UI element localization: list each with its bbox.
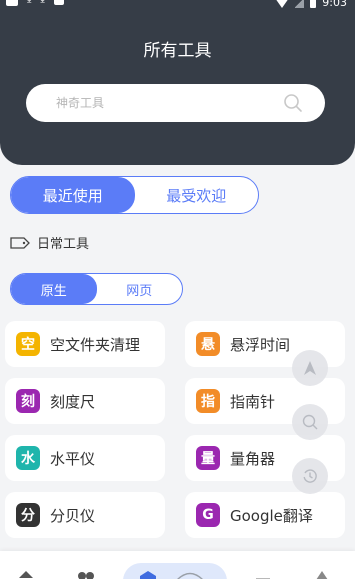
tool-card-empty-folder[interactable]: 空 空文件夹清理 — [5, 321, 165, 367]
home-icon[interactable] — [19, 571, 33, 579]
search-icon — [302, 414, 318, 430]
subtab-native[interactable]: 原生 — [11, 274, 97, 304]
app-notification-icon — [53, 0, 64, 5]
page-title: 所有工具 — [143, 41, 212, 61]
users-icon[interactable] — [76, 571, 96, 579]
tool-label: 空文件夹清理 — [50, 335, 141, 354]
arrow-up-icon — [304, 361, 316, 375]
tool-label: 悬浮时间 — [230, 335, 291, 354]
profile-icon[interactable] — [316, 571, 328, 579]
tool-label: Google翻译 — [230, 506, 313, 525]
notification-icon — [6, 0, 18, 6]
tool-label: 分贝仪 — [50, 506, 96, 525]
history-fab[interactable] — [292, 458, 328, 494]
tool-badge: G — [196, 503, 220, 527]
wifi-icon — [275, 0, 290, 8]
tool-badge: 空 — [16, 332, 40, 356]
tool-card-level[interactable]: 水 水平仪 — [5, 435, 165, 481]
tool-label: 刻度尺 — [50, 392, 96, 411]
scroll-top-button[interactable] — [292, 350, 328, 386]
tool-label: 量角器 — [230, 449, 276, 468]
tool-card-decibel[interactable]: 分 分贝仪 — [5, 492, 165, 538]
tools-icon[interactable] — [140, 571, 156, 579]
tab-switcher: 最近使用 最受欢迎 — [10, 176, 259, 214]
tool-badge: 指 — [196, 389, 220, 413]
tab-recent[interactable]: 最近使用 — [11, 177, 135, 213]
download-icon: ⤓ — [40, 0, 44, 6]
download-icon: ⤓ — [27, 0, 31, 6]
tool-badge: 水 — [16, 446, 40, 470]
subtab-switcher: 原生 网页 — [10, 273, 183, 305]
header: ⤓ ⤓ 9:03 所有工具 — [0, 0, 355, 165]
tag-icon — [10, 236, 30, 249]
tab-popular[interactable]: 最受欢迎 — [135, 177, 259, 213]
tool-label: 水平仪 — [50, 449, 96, 468]
bottom-nav — [0, 551, 355, 579]
tool-badge: 量 — [196, 446, 220, 470]
search-input[interactable] — [56, 94, 276, 112]
category-header: 日常工具 — [10, 233, 89, 252]
category-label: 日常工具 — [37, 237, 90, 252]
status-bar: ⤓ ⤓ 9:03 — [0, 0, 355, 12]
search-fab[interactable] — [292, 404, 328, 440]
tool-badge: 刻 — [16, 389, 40, 413]
eye-icon[interactable] — [176, 571, 204, 579]
history-icon — [303, 469, 317, 483]
tool-label: 指南针 — [230, 392, 276, 411]
subtab-web[interactable]: 网页 — [97, 274, 183, 304]
signal-icon — [295, 0, 305, 8]
search-icon[interactable] — [283, 93, 303, 113]
tool-card-ruler[interactable]: 刻 刻度尺 — [5, 378, 165, 424]
status-time: 9:03 — [322, 0, 347, 9]
tool-card-google-translate[interactable]: G Google翻译 — [185, 492, 345, 538]
tool-badge: 悬 — [196, 332, 220, 356]
nav-active-pill — [123, 563, 227, 579]
battery-icon — [310, 0, 317, 8]
search-bar[interactable] — [26, 84, 325, 122]
tool-badge: 分 — [16, 503, 40, 527]
list-icon[interactable] — [256, 571, 270, 579]
